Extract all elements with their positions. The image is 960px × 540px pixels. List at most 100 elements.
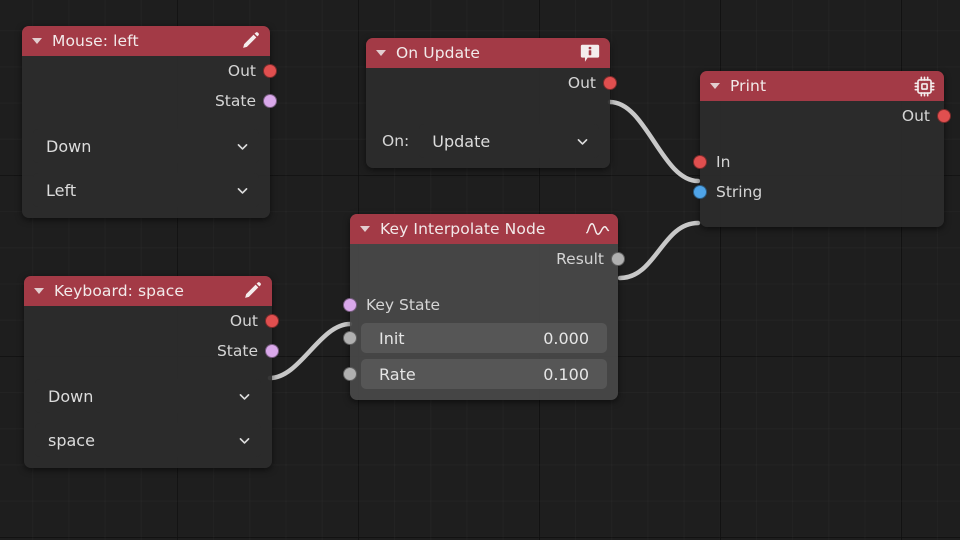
value-field-init[interactable]: Init 0.000 bbox=[361, 323, 607, 353]
link-onupdate-to-print bbox=[607, 99, 701, 184]
chevron-down-icon bbox=[237, 143, 248, 150]
input-socket-row[interactable]: In bbox=[693, 147, 944, 177]
value-label: Rate bbox=[379, 364, 416, 384]
socket-in-string[interactable] bbox=[693, 185, 707, 199]
socket-out-execution[interactable] bbox=[263, 64, 277, 78]
chevron-down-icon bbox=[577, 138, 588, 145]
socket-label: Out bbox=[227, 62, 256, 80]
chevron-down-icon[interactable] bbox=[34, 288, 44, 294]
dropdown-mouse-button[interactable]: Left bbox=[33, 173, 259, 207]
node-body: Out State Down Left bbox=[22, 56, 277, 218]
dropdown-value: Update bbox=[432, 131, 491, 151]
socket-out-result[interactable] bbox=[611, 252, 625, 266]
node-body: Out State Down space bbox=[24, 306, 279, 468]
output-socket-row[interactable]: Out bbox=[22, 56, 277, 86]
on-event-label: On: bbox=[382, 132, 410, 150]
output-socket-row[interactable]: Out bbox=[24, 306, 279, 336]
chevron-down-icon bbox=[239, 437, 250, 444]
node-body: Out In String bbox=[693, 101, 951, 227]
value-number: 0.100 bbox=[543, 364, 589, 384]
socket-in-init[interactable] bbox=[343, 331, 357, 345]
socket-label: Result bbox=[556, 250, 604, 268]
node-on-update[interactable]: On Update Out On: Update bbox=[366, 38, 617, 168]
pencil-icon[interactable] bbox=[238, 29, 262, 53]
value-row-init[interactable]: Init 0.000 bbox=[343, 320, 618, 356]
node-header-print[interactable]: Print bbox=[700, 71, 944, 101]
node-body: Result Key State Init 0.000 Rate 0.100 bbox=[343, 244, 625, 400]
value-field-rate[interactable]: Rate 0.100 bbox=[361, 359, 607, 389]
socket-label: State bbox=[216, 342, 258, 360]
node-title: On Update bbox=[396, 44, 480, 62]
wave-curve-icon[interactable] bbox=[586, 217, 610, 241]
socket-in-execution[interactable] bbox=[693, 155, 707, 169]
node-body: Out On: Update bbox=[366, 68, 617, 168]
node-title: Mouse: left bbox=[52, 32, 139, 50]
input-socket-row[interactable]: String bbox=[693, 177, 944, 207]
node-key-interpolate[interactable]: Key Interpolate Node Result Key State In… bbox=[343, 214, 625, 400]
input-socket-row[interactable]: Key State bbox=[343, 290, 618, 320]
socket-in-key-state[interactable] bbox=[343, 298, 357, 312]
socket-out-state[interactable] bbox=[265, 344, 279, 358]
socket-label: String bbox=[716, 183, 763, 201]
socket-label: Out bbox=[901, 107, 930, 125]
pencil-icon[interactable] bbox=[240, 279, 264, 303]
node-title: Key Interpolate Node bbox=[380, 220, 546, 238]
info-bubble-icon[interactable] bbox=[578, 41, 602, 65]
chevron-down-icon[interactable] bbox=[376, 50, 386, 56]
output-socket-row[interactable]: State bbox=[22, 86, 277, 116]
dropdown-key-action[interactable]: Down bbox=[35, 379, 261, 413]
widget-wrap: Left bbox=[22, 168, 270, 212]
dropdown-key-name[interactable]: space bbox=[35, 423, 261, 457]
node-header-mouse-left[interactable]: Mouse: left bbox=[22, 26, 270, 56]
socket-label: In bbox=[716, 153, 731, 171]
output-socket-row[interactable]: Result bbox=[350, 244, 625, 274]
dropdown-mouse-action[interactable]: Down bbox=[33, 129, 259, 163]
cpu-chip-icon[interactable] bbox=[912, 74, 936, 98]
node-header-on-update[interactable]: On Update bbox=[366, 38, 610, 68]
dropdown-value: Left bbox=[46, 180, 77, 200]
dropdown-value: Down bbox=[48, 386, 94, 406]
chevron-down-icon[interactable] bbox=[360, 226, 370, 232]
node-header-key-interpolate[interactable]: Key Interpolate Node bbox=[350, 214, 618, 244]
dropdown-event-type[interactable]: Update bbox=[419, 124, 599, 158]
output-socket-row[interactable]: Out bbox=[366, 68, 617, 98]
node-mouse-left[interactable]: Mouse: left Out State Down Left bbox=[22, 26, 277, 218]
link-keyboard-to-keyinterp bbox=[267, 321, 353, 381]
node-header-keyboard-space[interactable]: Keyboard: space bbox=[24, 276, 272, 306]
socket-out-state[interactable] bbox=[263, 94, 277, 108]
node-print[interactable]: Print Out In String bbox=[693, 71, 951, 227]
dropdown-value: Down bbox=[46, 136, 92, 156]
link-keyinterp-to-print bbox=[617, 220, 701, 281]
socket-out-execution[interactable] bbox=[265, 314, 279, 328]
on-event-row: On: Update bbox=[366, 120, 610, 162]
socket-label: Out bbox=[567, 74, 596, 92]
dropdown-value: space bbox=[48, 430, 95, 450]
node-keyboard-space[interactable]: Keyboard: space Out State Down space bbox=[24, 276, 279, 468]
socket-in-rate[interactable] bbox=[343, 367, 357, 381]
socket-out-execution[interactable] bbox=[937, 109, 951, 123]
chevron-down-icon[interactable] bbox=[32, 38, 42, 44]
socket-label: Key State bbox=[366, 296, 441, 314]
value-label: Init bbox=[379, 328, 405, 348]
node-editor-canvas[interactable]: Mouse: left Out State Down Left Keyboard… bbox=[0, 0, 960, 540]
chevron-down-icon[interactable] bbox=[710, 83, 720, 89]
value-number: 0.000 bbox=[543, 328, 589, 348]
output-socket-row[interactable]: Out bbox=[700, 101, 951, 131]
output-socket-row[interactable]: State bbox=[24, 336, 279, 366]
socket-label: Out bbox=[229, 312, 258, 330]
socket-out-execution[interactable] bbox=[603, 76, 617, 90]
widget-wrap: Down bbox=[22, 124, 270, 168]
chevron-down-icon bbox=[239, 393, 250, 400]
value-row-rate[interactable]: Rate 0.100 bbox=[343, 356, 618, 392]
socket-label: State bbox=[214, 92, 256, 110]
node-title: Print bbox=[730, 77, 767, 95]
